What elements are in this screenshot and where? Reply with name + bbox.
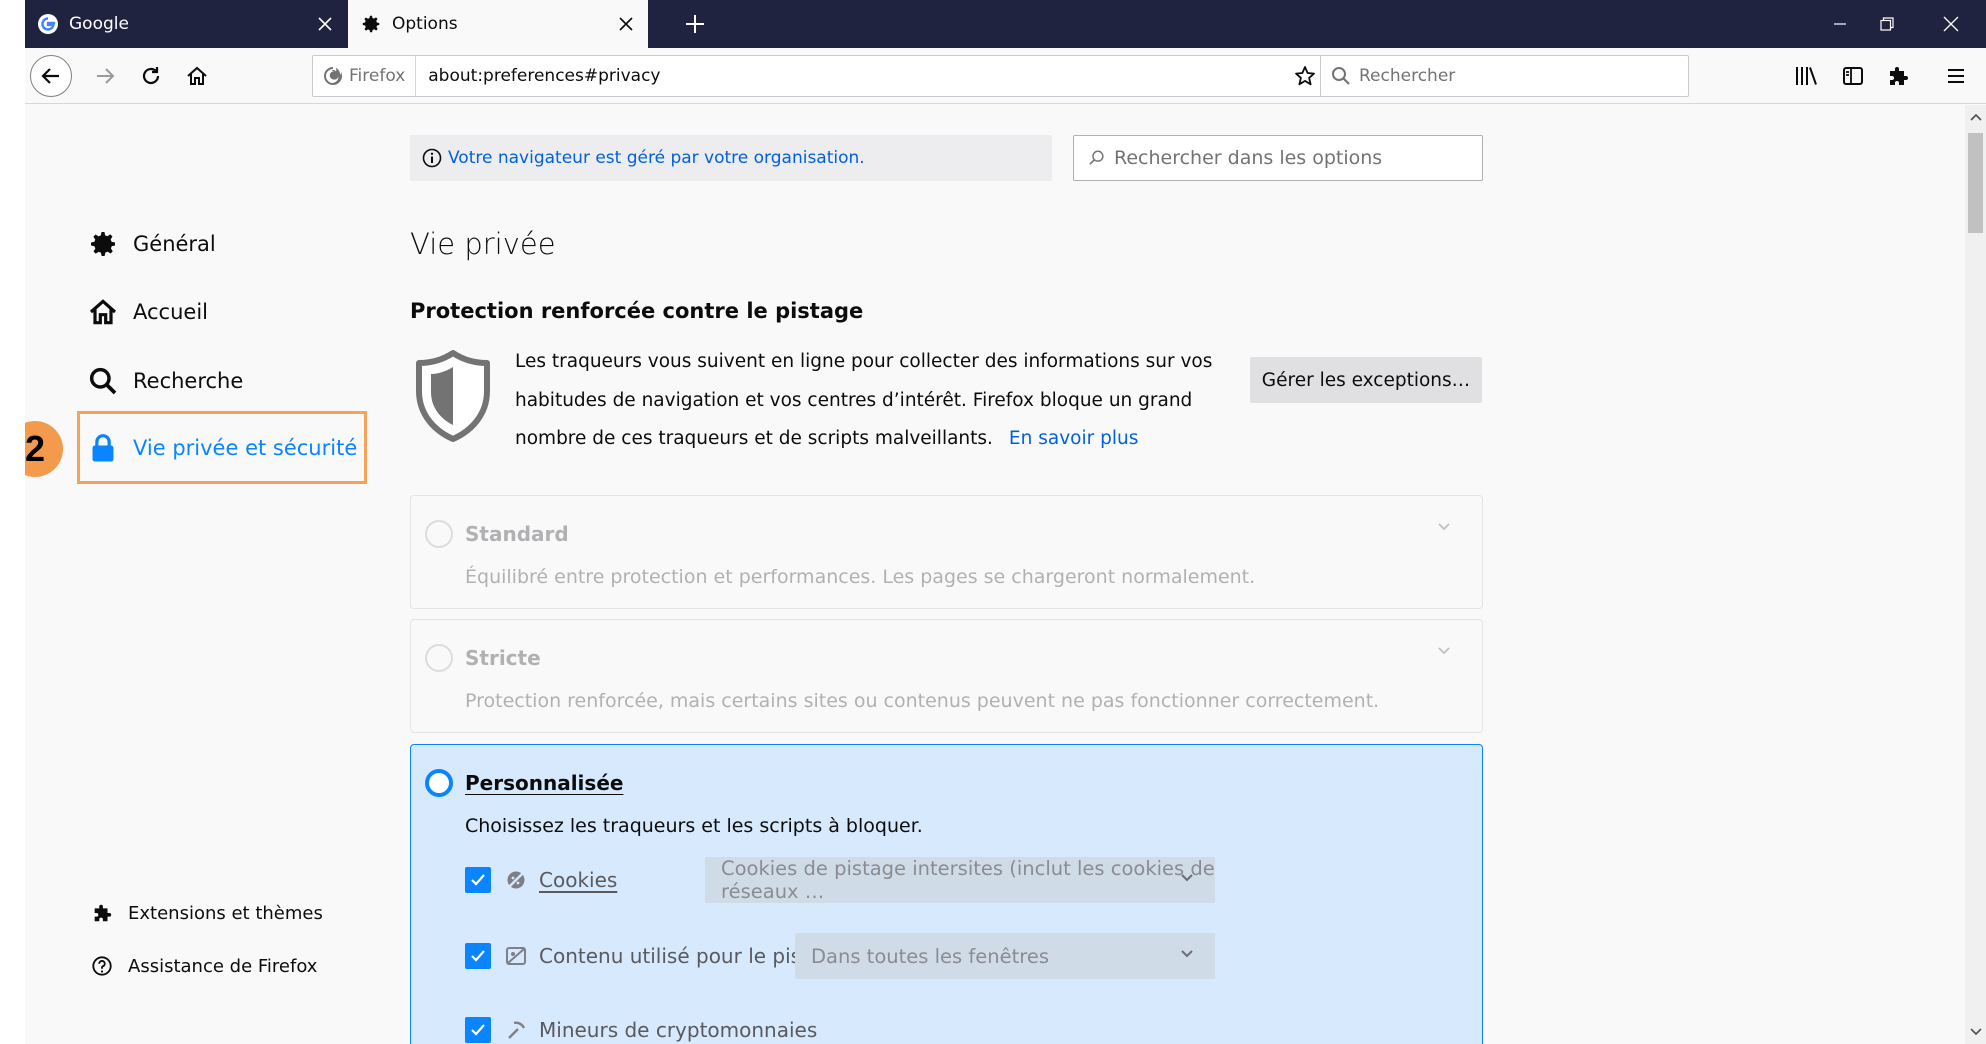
cryptominers-checkbox[interactable] (465, 1017, 491, 1043)
radio-custom[interactable] (425, 769, 453, 797)
section-title: Protection renforcée contre le pistage (410, 299, 864, 323)
bookmark-star-icon[interactable] (1285, 64, 1325, 88)
cryptominer-icon (503, 1017, 529, 1043)
sidebar-item-label: Accueil (133, 300, 208, 324)
navigation-toolbar: Firefox about:preferences#privacy Recher… (25, 48, 1986, 104)
close-tab-icon[interactable] (614, 12, 638, 36)
preferences-page: Général Accueil Recherche 2 Vie privée e… (25, 105, 1965, 1044)
cookies-checkbox[interactable] (465, 867, 491, 893)
search-icon (1331, 66, 1351, 86)
puzzle-icon (90, 901, 114, 925)
forward-arrow-icon[interactable] (87, 58, 123, 94)
chevron-down-icon[interactable] (1436, 644, 1452, 656)
option-subtitle: Choisissez les traqueurs et les scripts … (465, 815, 923, 837)
close-window-icon[interactable] (1931, 8, 1971, 40)
manage-exceptions-button[interactable]: Gérer les exceptions… (1250, 357, 1482, 403)
firefox-logo-icon (323, 66, 343, 86)
new-tab-plus-icon[interactable] (680, 9, 710, 39)
checkbox-label: Mineurs de cryptomonnaies (539, 1018, 818, 1042)
sidebar-footer-label: Assistance de Firefox (128, 955, 318, 977)
help-icon (90, 954, 114, 978)
restore-icon[interactable] (1867, 8, 1907, 40)
managed-policy-notice[interactable]: Votre navigateur est géré par votre orga… (410, 135, 1052, 181)
extensions-puzzle-icon[interactable] (1882, 60, 1914, 92)
option-subtitle: Équilibré entre protection et performanc… (465, 566, 1256, 588)
sidebar-item-label: Recherche (133, 369, 244, 393)
cookies-select[interactable]: Cookies de pistage intersites (inclut le… (705, 857, 1215, 903)
url-bar[interactable]: Firefox about:preferences#privacy (312, 55, 1326, 97)
url-text[interactable]: about:preferences#privacy (416, 66, 1285, 86)
reload-icon[interactable] (133, 58, 169, 94)
checkbox-label: Cookies (539, 868, 618, 892)
identity-label: Firefox (349, 66, 406, 86)
tracking-content-icon (503, 943, 529, 969)
managed-notice-text: Votre navigateur est géré par votre orga… (448, 148, 865, 168)
option-custom[interactable]: Personnalisée Choisissez les traqueurs e… (410, 744, 1483, 1044)
option-title: Standard (465, 522, 569, 546)
tracking-content-select[interactable]: Dans toutes les fenêtres (795, 933, 1215, 979)
search-icon (85, 363, 121, 399)
sidebar-item-general[interactable]: Général (85, 217, 216, 271)
search-placeholder: Rechercher dans les options (1114, 147, 1383, 169)
select-value: Dans toutes les fenêtres (811, 944, 1049, 968)
close-tab-icon[interactable] (313, 12, 337, 36)
chevron-down-icon (1179, 948, 1195, 960)
sidebar-footer-extensions[interactable]: Extensions et thèmes (90, 901, 323, 925)
minimize-icon[interactable] (1820, 8, 1860, 40)
preferences-search-input[interactable]: Rechercher dans les options (1073, 135, 1483, 181)
sidebar-footer-label: Extensions et thèmes (128, 902, 323, 924)
search-bar[interactable]: Rechercher (1320, 55, 1689, 97)
chevron-down-icon[interactable] (1436, 520, 1452, 532)
cryptominers-checkbox-row[interactable]: Mineurs de cryptomonnaies (465, 1007, 817, 1044)
scroll-up-arrow-icon[interactable] (1965, 107, 1986, 127)
gear-icon (360, 13, 382, 35)
identity-box[interactable]: Firefox (313, 56, 417, 96)
scroll-down-arrow-icon[interactable] (1965, 1022, 1986, 1042)
tab-google[interactable]: Google (25, 0, 347, 48)
sidebar-item-privacy[interactable]: Vie privée et sécurité (85, 421, 357, 475)
tracking-content-checkbox[interactable] (465, 943, 491, 969)
home-icon[interactable] (179, 58, 215, 94)
sidebar-item-label: Vie privée et sécurité (133, 436, 358, 460)
option-title: Stricte (465, 646, 541, 670)
radio-standard[interactable] (425, 520, 453, 548)
shield-icon (413, 349, 493, 447)
tab-options[interactable]: Options (348, 0, 648, 48)
hamburger-menu-icon[interactable] (1940, 60, 1972, 92)
step-number-badge: 2 (25, 421, 63, 477)
option-title: Personnalisée (465, 771, 624, 795)
search-placeholder: Rechercher (1359, 66, 1456, 86)
option-strict[interactable]: Stricte Protection renforcée, mais certa… (410, 619, 1483, 733)
sidebar-footer-support[interactable]: Assistance de Firefox (90, 954, 317, 978)
learn-more-link[interactable]: En savoir plus (1009, 428, 1138, 449)
google-g-icon (37, 13, 59, 35)
lock-icon (85, 430, 121, 466)
sidebar-item-home[interactable]: Accueil (85, 285, 208, 339)
sidebar-item-label: Général (133, 232, 216, 256)
tracking-content-checkbox-row[interactable]: Contenu utilisé pour le pistage (465, 933, 846, 979)
library-icon[interactable] (1791, 60, 1823, 92)
back-arrow-icon[interactable] (30, 55, 72, 97)
scrollbar-thumb[interactable] (1968, 133, 1983, 233)
home-icon (85, 294, 121, 330)
cookies-checkbox-row[interactable]: Cookies (465, 857, 617, 903)
tab-label: Options (392, 14, 458, 34)
info-icon (422, 148, 442, 168)
sidebar-toggle-icon[interactable] (1837, 60, 1869, 92)
radio-strict[interactable] (425, 644, 453, 672)
sidebar-item-search[interactable]: Recherche (85, 354, 243, 408)
cookie-icon (503, 867, 529, 893)
tracking-protection-description: Les traqueurs vous suivent en ligne pour… (515, 343, 1245, 459)
tab-label: Google (69, 14, 129, 34)
tab-strip: Google Options (25, 0, 1986, 48)
browser-window: Google Options Firefox about:preferences… (25, 0, 1986, 1044)
search-icon (1088, 149, 1106, 167)
chevron-down-icon (1179, 872, 1195, 884)
page-title: Vie privée (410, 227, 556, 261)
gear-icon (85, 226, 121, 262)
vertical-scrollbar[interactable] (1965, 105, 1986, 1044)
option-subtitle: Protection renforcée, mais certains site… (465, 690, 1380, 712)
select-value: Cookies de pistage intersites (inclut le… (721, 857, 1215, 903)
option-standard[interactable]: Standard Équilibré entre protection et p… (410, 495, 1483, 609)
